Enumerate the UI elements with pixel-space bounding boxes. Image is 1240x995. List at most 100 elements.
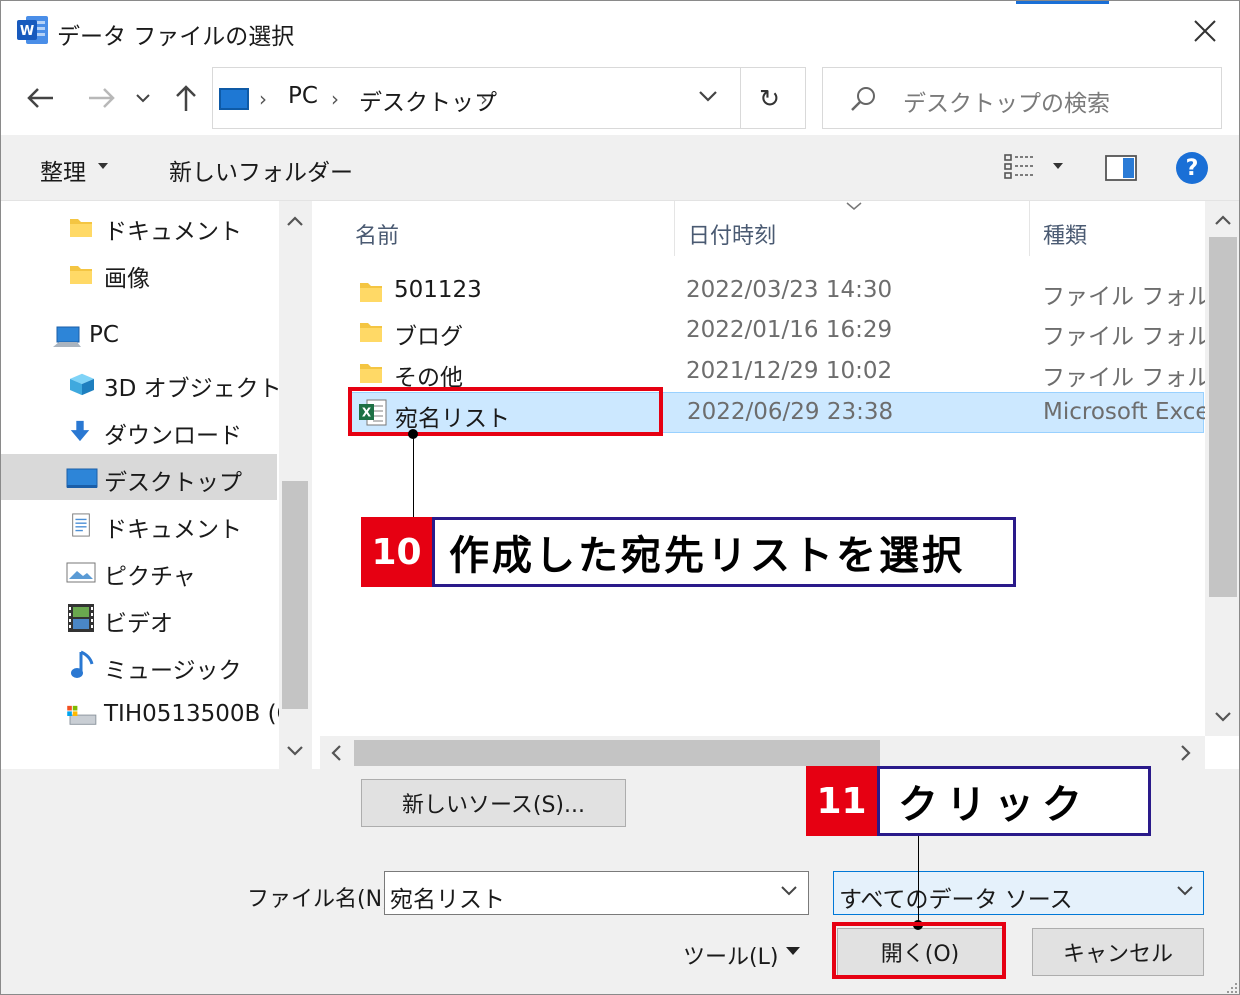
help-icon[interactable]: ? bbox=[1176, 152, 1208, 184]
chevron-down-icon[interactable] bbox=[697, 88, 719, 104]
sidebar-item-pictures[interactable]: ピクチャ bbox=[1, 548, 277, 594]
chevron-down-icon[interactable] bbox=[286, 745, 304, 757]
filetype-value: すべてのデータ ソース bbox=[839, 887, 1073, 913]
sidebar-item-label: ピクチャ bbox=[104, 564, 196, 590]
svg-text:W: W bbox=[20, 24, 34, 39]
sidebar-item-label: 画像 bbox=[104, 266, 150, 292]
arrow-up-icon bbox=[176, 85, 196, 111]
caret-down-icon[interactable] bbox=[786, 947, 800, 955]
chevron-right-icon[interactable] bbox=[1180, 744, 1192, 762]
drive-icon bbox=[67, 705, 97, 725]
sidebar-item-drive-c[interactable]: TIH0513500B (C: bbox=[1, 692, 300, 738]
chevron-down-icon[interactable] bbox=[1214, 711, 1232, 723]
sidebar-item-label: TIH0513500B (C: bbox=[104, 701, 301, 727]
search-box[interactable]: デスクトップの検索 bbox=[822, 67, 1222, 129]
arrow-left-icon bbox=[27, 88, 53, 108]
caret-down-icon[interactable] bbox=[1053, 163, 1063, 169]
column-header-name[interactable]: 名前 bbox=[355, 218, 399, 250]
folder-icon bbox=[360, 283, 382, 302]
breadcrumb-pc[interactable]: PC bbox=[288, 83, 318, 109]
nav-scrollbar[interactable] bbox=[279, 201, 312, 769]
close-button[interactable] bbox=[1181, 13, 1229, 49]
command-bar: 整理 新しいフォルダー ? bbox=[1, 135, 1239, 201]
step-11-badge: 11 bbox=[806, 766, 877, 836]
filename-label: ファイル名(N): bbox=[247, 887, 399, 912]
new-source-button[interactable]: 新しいソース(S)... bbox=[361, 779, 626, 827]
column-divider[interactable] bbox=[1029, 201, 1030, 256]
sidebar-item-videos[interactable]: ビデオ bbox=[1, 595, 277, 641]
tools-button[interactable]: ツール(L) bbox=[683, 939, 778, 971]
folder-icon bbox=[70, 266, 92, 284]
search-input[interactable]: デスクトップの検索 bbox=[903, 84, 1110, 118]
sidebar-item-downloads[interactable]: ダウンロード bbox=[1, 407, 277, 453]
refresh-icon[interactable]: ↻ bbox=[759, 84, 780, 113]
file-row[interactable]: ブログ 2022/01/16 16:29 ファイル フォルダー bbox=[348, 311, 1239, 352]
up-button[interactable] bbox=[169, 80, 203, 116]
folder-icon bbox=[360, 323, 382, 342]
address-bar[interactable]: › PC › デスクトップ › ↻ bbox=[212, 67, 806, 129]
forward-button[interactable] bbox=[85, 80, 119, 116]
leader-dot bbox=[408, 429, 418, 439]
pc-icon bbox=[219, 88, 249, 110]
chevron-right-icon: › bbox=[259, 87, 267, 111]
scroll-thumb[interactable] bbox=[282, 481, 308, 709]
sidebar-item-label: PC bbox=[89, 322, 119, 348]
scroll-thumb[interactable] bbox=[1209, 237, 1237, 597]
sidebar-item-pc[interactable]: PC bbox=[1, 313, 277, 359]
file-name: 501123 bbox=[394, 277, 482, 303]
back-button[interactable] bbox=[23, 80, 57, 116]
sidebar-item-label: ビデオ bbox=[104, 611, 173, 637]
chevron-up-icon[interactable] bbox=[286, 215, 304, 227]
file-date: 2022/03/23 14:30 bbox=[686, 277, 893, 303]
column-header-type[interactable]: 種類 bbox=[1043, 218, 1087, 250]
chevron-up-icon[interactable] bbox=[1214, 214, 1232, 226]
sidebar-item-desktop[interactable]: デスクトップ bbox=[1, 454, 277, 500]
arrow-right-icon bbox=[89, 88, 115, 108]
new-folder-button[interactable]: 新しいフォルダー bbox=[169, 153, 353, 187]
highlight-file-selection bbox=[348, 387, 663, 436]
sidebar-item-label: ダウンロード bbox=[104, 423, 242, 449]
folder-icon bbox=[70, 219, 92, 237]
close-icon bbox=[1194, 20, 1216, 42]
divider bbox=[740, 68, 741, 128]
scroll-thumb[interactable] bbox=[354, 740, 880, 766]
cancel-button[interactable]: キャンセル bbox=[1032, 928, 1204, 976]
organize-button[interactable]: 整理 bbox=[40, 153, 86, 187]
file-list-vertical-scrollbar[interactable] bbox=[1205, 201, 1239, 736]
chevron-right-icon: › bbox=[331, 87, 339, 111]
navigation-bar: › PC › デスクトップ › ↻ デスクトップの検索 bbox=[1, 63, 1239, 135]
chevron-right-icon: › bbox=[480, 87, 488, 111]
chevron-left-icon[interactable] bbox=[330, 744, 342, 762]
leader-line bbox=[413, 434, 414, 518]
sidebar-item-documents[interactable]: ドキュメント bbox=[1, 501, 277, 547]
folder-icon bbox=[360, 364, 382, 383]
recent-locations-button[interactable] bbox=[131, 80, 155, 116]
sidebar-item-label: ドキュメント bbox=[104, 219, 242, 245]
sidebar-item-documents-quick[interactable]: ドキュメント bbox=[1, 203, 277, 249]
filename-input[interactable]: 宛名リスト bbox=[384, 871, 809, 915]
highlight-open-button bbox=[832, 922, 1006, 979]
breadcrumb-desktop[interactable]: デスクトップ bbox=[359, 83, 497, 117]
title-bar: W データ ファイルの選択 bbox=[1, 1, 1239, 63]
chevron-down-icon[interactable] bbox=[780, 884, 798, 898]
view-options-icon[interactable] bbox=[1004, 153, 1034, 181]
file-date: 2022/01/16 16:29 bbox=[686, 317, 893, 343]
navigation-pane: ドキュメント 画像 PC 3D オブジェクト ダウンロード デスクトップ ドキュ… bbox=[1, 201, 312, 769]
resize-grip-icon[interactable] bbox=[1223, 979, 1239, 995]
sidebar-item-images[interactable]: 画像 bbox=[1, 250, 277, 296]
column-header-date[interactable]: 日付時刻 bbox=[688, 218, 776, 250]
video-icon bbox=[68, 604, 94, 632]
file-type: Microsoft Excel bbox=[1043, 399, 1216, 425]
chevron-down-icon[interactable] bbox=[1176, 884, 1194, 898]
file-list-horizontal-scrollbar[interactable] bbox=[320, 736, 1205, 769]
sidebar-item-3d-objects[interactable]: 3D オブジェクト bbox=[1, 360, 282, 406]
preview-pane-icon[interactable] bbox=[1105, 155, 1137, 181]
column-divider[interactable] bbox=[674, 201, 675, 256]
filetype-select[interactable]: すべてのデータ ソース bbox=[833, 871, 1204, 915]
sidebar-item-music[interactable]: ミュージック bbox=[1, 642, 277, 688]
file-list-pane: 名前 日付時刻 種類 501123 2022/03/23 14:30 ファイル … bbox=[312, 201, 1239, 769]
file-row[interactable]: 501123 2022/03/23 14:30 ファイル フォルダー bbox=[348, 271, 1239, 312]
picture-icon bbox=[66, 562, 96, 583]
filename-value[interactable]: 宛名リスト bbox=[390, 880, 505, 914]
sort-descending-icon bbox=[846, 202, 862, 210]
